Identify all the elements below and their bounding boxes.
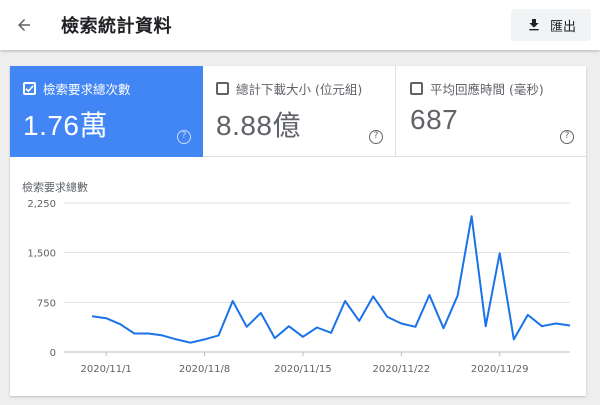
metric-value: 687 — [410, 104, 459, 135]
export-label: 匯出 — [549, 19, 576, 35]
download-icon — [529, 19, 539, 31]
back-button[interactable] — [8, 9, 40, 41]
help-icon[interactable]: ? — [560, 130, 574, 144]
x-tick-label: 2020/11/8 — [179, 364, 230, 375]
metric-total-requests[interactable]: 檢索要求總次數 1.76萬 ? — [10, 66, 203, 157]
y-tick-label: 2,250 — [27, 199, 56, 210]
y-tick-label: 1,500 — [27, 249, 56, 260]
checkbox-unchecked-icon[interactable] — [410, 82, 423, 95]
top-app-bar: 檢索統計資料 匯出 — [0, 0, 600, 50]
help-icon[interactable]: ? — [177, 130, 191, 144]
help-icon[interactable]: ? — [369, 130, 383, 144]
arrow-back-icon — [18, 19, 30, 31]
metric-response-time[interactable]: 平均回應時間 (毫秒) 687 ? — [397, 66, 586, 157]
page-title: 檢索統計資料 — [61, 16, 172, 37]
y-tick-label: 0 — [50, 348, 56, 359]
x-tick-label: 2020/11/22 — [373, 364, 431, 375]
checkbox-unchecked-icon[interactable] — [216, 82, 229, 95]
metric-tabs: 檢索要求總次數 1.76萬 ? 總計下載大小 (位元組) 8.88億 ? 平均回… — [10, 66, 586, 157]
metric-label: 平均回應時間 (毫秒) — [430, 82, 544, 97]
metric-value: 1.76萬 — [23, 110, 108, 141]
y-tick-label: 750 — [37, 298, 56, 309]
metric-label: 總計下載大小 (位元組) — [236, 82, 363, 97]
stats-card: 檢索要求總次數 1.76萬 ? 總計下載大小 (位元組) 8.88億 ? 平均回… — [10, 66, 586, 396]
metric-download-size[interactable]: 總計下載大小 (位元組) 8.88億 ? — [203, 66, 396, 157]
x-tick-label: 2020/11/1 — [81, 364, 132, 375]
checkbox-checked-icon[interactable] — [23, 82, 36, 95]
metric-label: 檢索要求總次數 — [43, 82, 131, 97]
x-tick-label: 2020/11/29 — [471, 364, 529, 375]
x-tick-label: 2020/11/15 — [274, 364, 332, 375]
series-line — [91, 215, 571, 344]
line-chart: 0 750 1,500 2,250 2020/11/1 2020/11/8 2020/11/… — [27, 199, 571, 375]
metric-value: 8.88億 — [216, 110, 301, 141]
export-button[interactable]: 匯出 — [511, 9, 591, 41]
